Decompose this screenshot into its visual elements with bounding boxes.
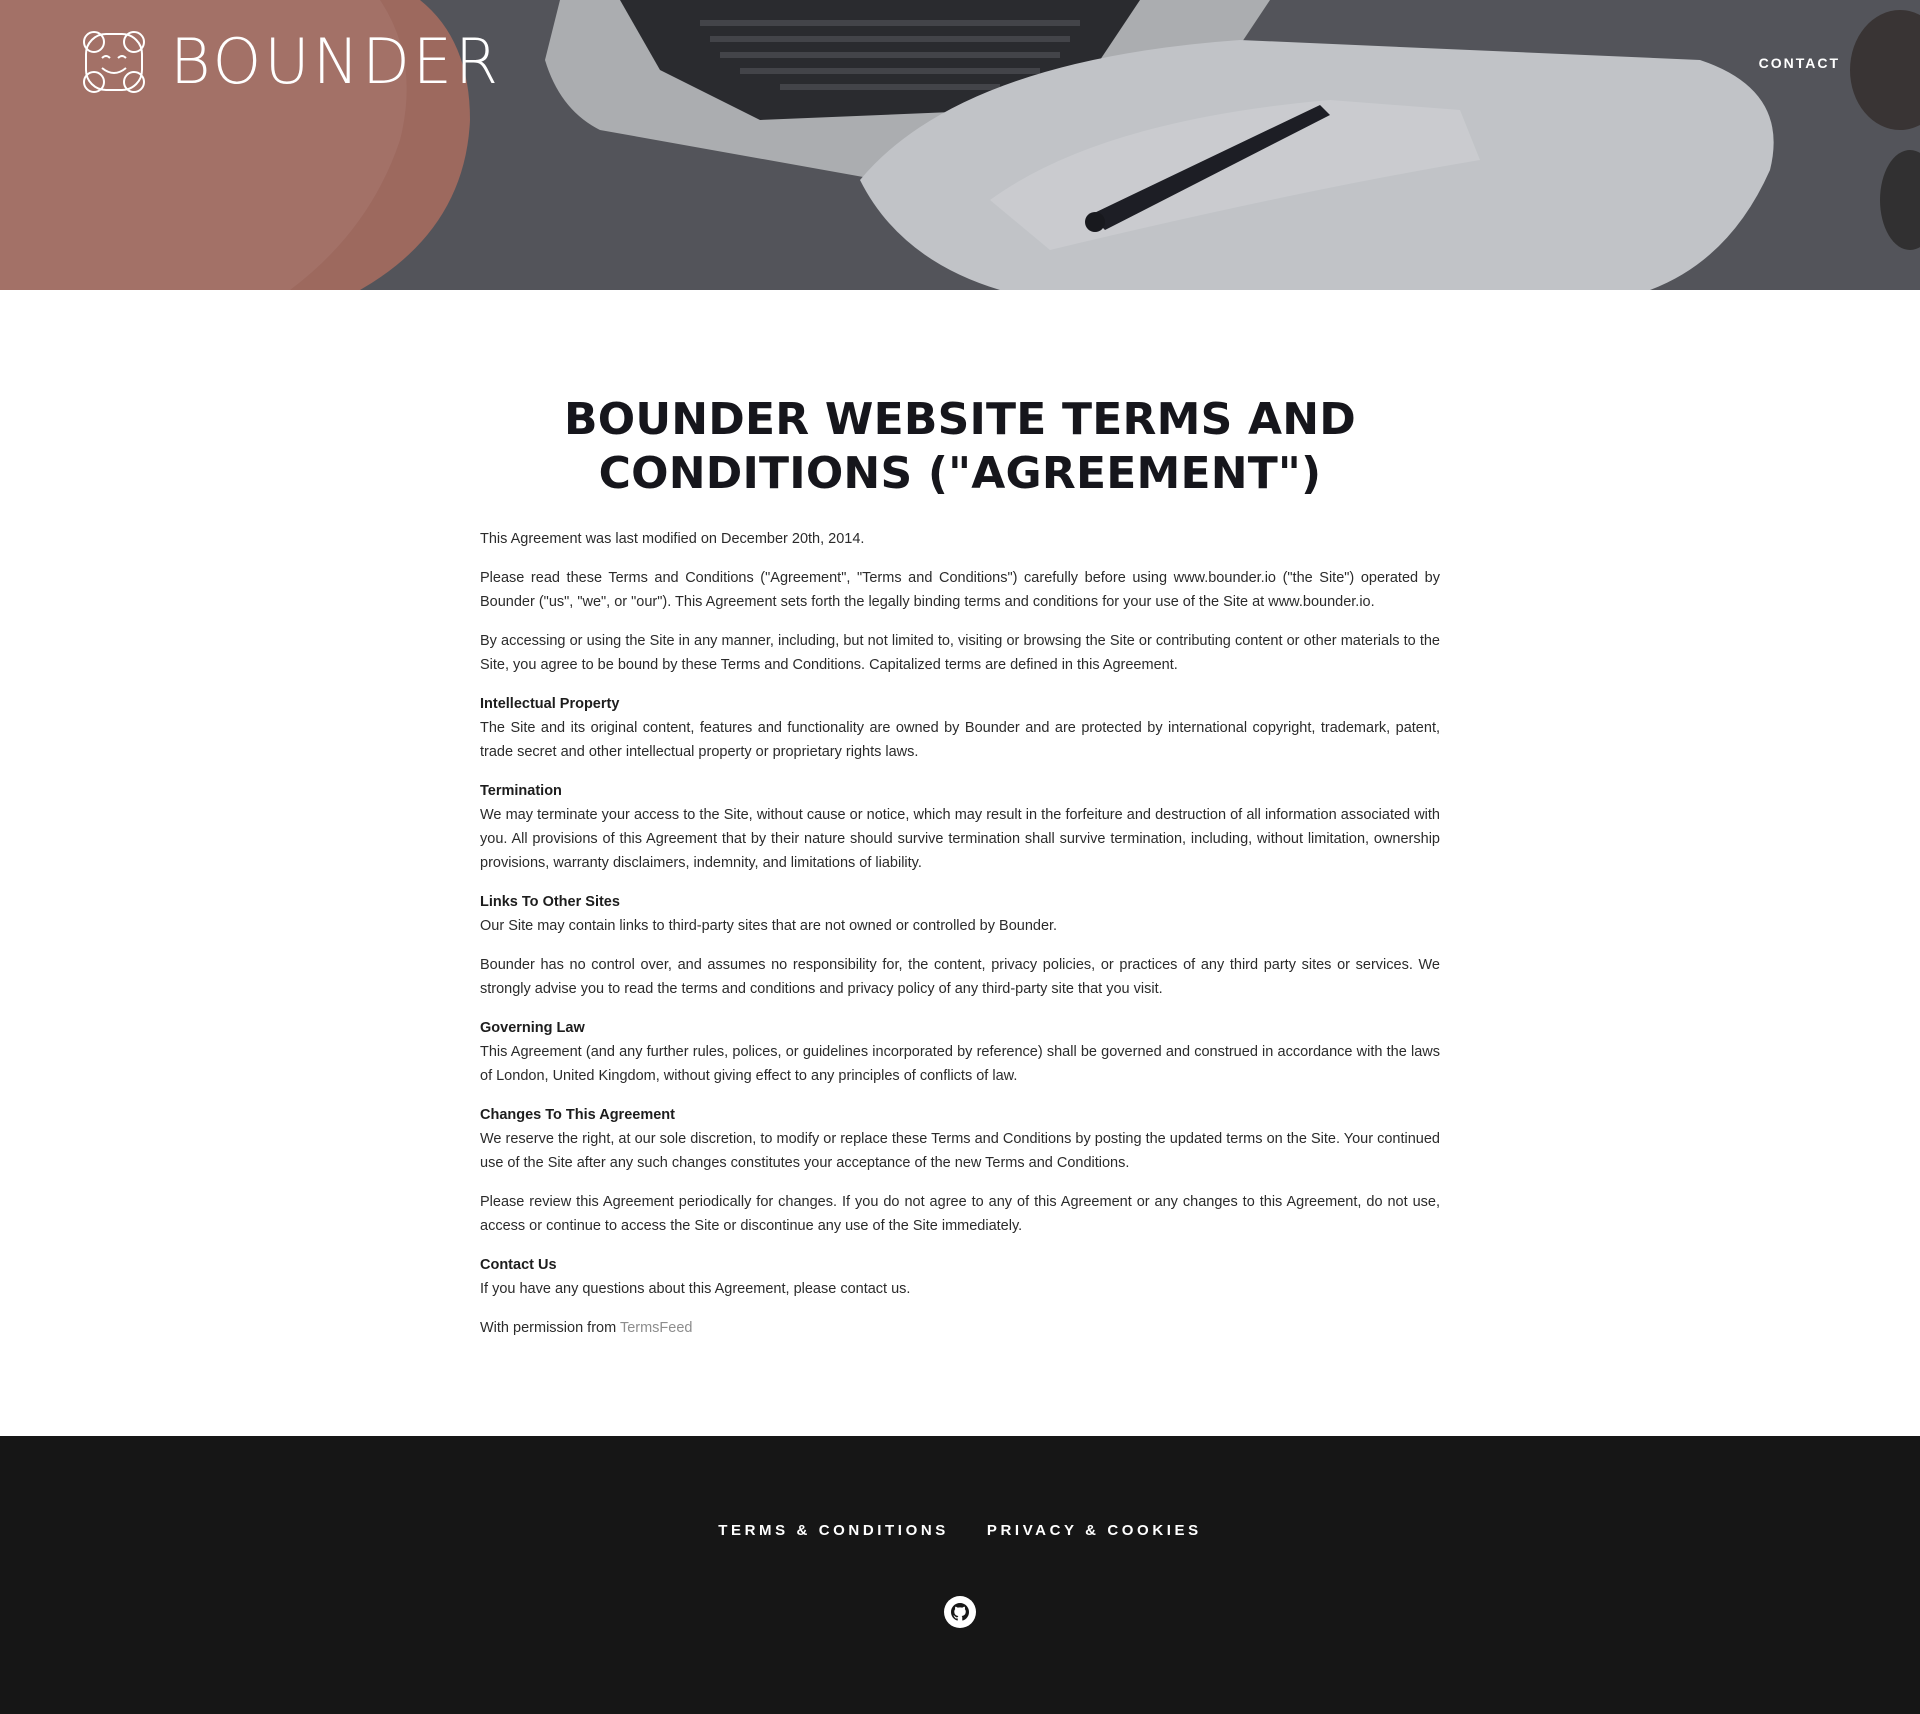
section-intellectual-property: Intellectual Property The Site and its o… [480,692,1440,764]
footer-nav: TERMS & CONDITIONS PRIVACY & COOKIES [0,1522,1920,1539]
footer-link-privacy[interactable]: PRIVACY & COOKIES [987,1522,1202,1539]
terms-content: BOUNDER WEBSITE TERMS AND CONDITIONS ("A… [480,290,1440,1340]
section-body: If you have any questions about this Agr… [480,1281,911,1297]
section-heading: Links To Other Sites [480,894,620,910]
section-body: Our Site may contain links to third-part… [480,918,1058,934]
github-link[interactable] [944,1596,976,1628]
section-heading: Termination [480,783,562,799]
site-logo[interactable]: BOUNDER [80,28,501,96]
section-links-to-other-sites: Links To Other Sites Our Site may contai… [480,890,1440,938]
section-body: We reserve the right, at our sole discre… [480,1131,1440,1171]
section-heading: Governing Law [480,1020,585,1036]
nav-contact-link[interactable]: CONTACT [1759,55,1840,71]
hero-banner: BOUNDER CONTACT [0,0,1920,290]
section-changes-extra: Please review this Agreement periodicall… [480,1194,1440,1234]
section-links-extra: Bounder has no control over, and assumes… [480,957,1440,997]
section-heading: Contact Us [480,1257,557,1273]
footer-link-terms[interactable]: TERMS & CONDITIONS [718,1522,949,1539]
github-icon [951,1603,969,1621]
last-modified-text: This Agreement was last modified on Dece… [480,531,865,547]
section-termination: Termination We may terminate your access… [480,779,1440,875]
bounder-logo-icon [83,31,145,93]
section-changes: Changes To This Agreement We reserve the… [480,1103,1440,1175]
permission-note: With permission from TermsFeed [480,1316,1440,1340]
section-heading: Changes To This Agreement [480,1107,675,1123]
section-heading: Intellectual Property [480,696,620,712]
permission-prefix: With permission from [480,1320,620,1336]
intro-paragraph-1: Please read these Terms and Conditions (… [480,570,1440,610]
page-title: BOUNDER WEBSITE TERMS AND CONDITIONS ("A… [564,394,1356,499]
section-governing-law: Governing Law This Agreement (and any fu… [480,1016,1440,1088]
section-body: This Agreement (and any further rules, p… [480,1044,1440,1084]
site-footer: TERMS & CONDITIONS PRIVACY & COOKIES [0,1436,1920,1714]
section-body: The Site and its original content, featu… [480,720,1440,760]
section-contact-us: Contact Us If you have any questions abo… [480,1253,1440,1301]
intro-paragraph-2: By accessing or using the Site in any ma… [480,633,1440,673]
termsfeed-link[interactable]: TermsFeed [620,1320,693,1336]
section-body: We may terminate your access to the Site… [480,807,1440,871]
logo-text: BOUNDER [170,25,502,98]
